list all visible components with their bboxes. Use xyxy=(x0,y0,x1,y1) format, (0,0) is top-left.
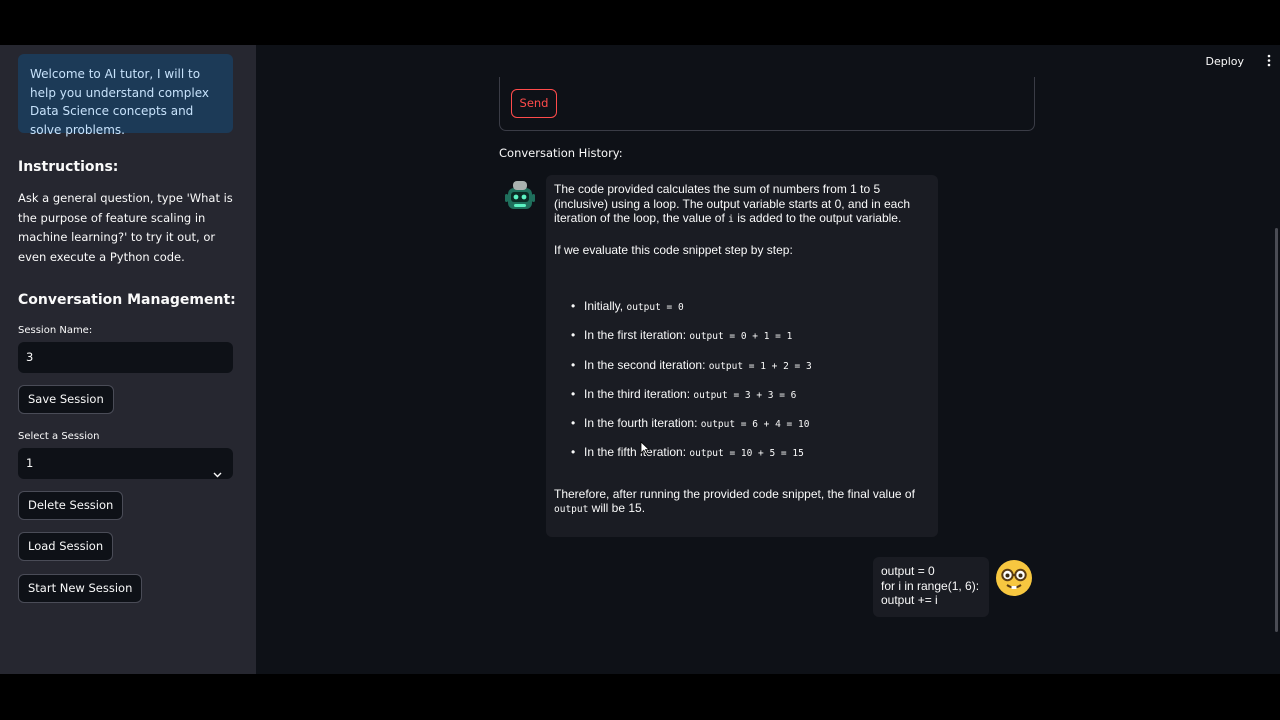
step-code: output = 10 + 5 = 15 xyxy=(689,448,804,460)
step-item: In the first iteration: output = 0 + 1 =… xyxy=(554,328,930,357)
step-item: In the third iteration: output = 3 + 3 =… xyxy=(554,387,930,416)
session-select[interactable]: 1 xyxy=(18,448,233,479)
step-text: Initially, xyxy=(584,299,627,313)
welcome-info-box: Welcome to AI tutor, I will to help you … xyxy=(18,54,233,137)
save-session-button[interactable]: Save Session xyxy=(18,385,114,414)
deploy-button[interactable]: Deploy xyxy=(1205,55,1244,68)
chat-input-form: Send xyxy=(499,77,1035,131)
assistant-message: The code provided calculates the sum of … xyxy=(546,175,938,537)
step-code: output = 0 + 1 = 1 xyxy=(689,331,793,343)
instructions-heading: Instructions: xyxy=(18,159,119,175)
assistant-evaluate-text: If we evaluate this code snippet step by… xyxy=(554,242,793,257)
step-code: output = 6 + 4 = 10 xyxy=(700,419,810,431)
robot-icon xyxy=(504,179,536,218)
step-code: output = 3 + 3 = 6 xyxy=(693,389,797,401)
user-message-line: output += i xyxy=(881,593,938,607)
assistant-conclusion: Therefore, after running the provided co… xyxy=(554,487,930,518)
inline-code: output xyxy=(554,504,589,516)
nerd-face-icon xyxy=(995,559,1033,602)
load-session-button[interactable]: Load Session xyxy=(18,532,114,561)
user-message: output = 0 for i in range(1, 6): output … xyxy=(873,557,989,617)
step-item: Initially, output = 0 xyxy=(554,299,930,328)
conversation-management-heading: Conversation Management: xyxy=(18,292,236,308)
app-root: Welcome to AI tutor, I will to help you … xyxy=(0,45,1280,674)
delete-session-button[interactable]: Delete Session xyxy=(18,491,124,520)
user-message-line: for i in range(1, 6): xyxy=(881,578,980,593)
instructions-text: Ask a general question, type 'What is th… xyxy=(18,191,233,264)
step-list: Initially, output = 0 In the first itera… xyxy=(554,299,930,475)
assistant-intro: The code provided calculates the sum of … xyxy=(554,182,930,228)
conclusion-text-end: will be 15. xyxy=(588,501,646,516)
main-scrollbar[interactable] xyxy=(1275,228,1278,632)
step-text: In the third iteration: xyxy=(584,386,694,401)
assistant-intro-text-end: is added to the output variable. xyxy=(733,211,902,225)
step-text: In the fifth iteration: xyxy=(584,445,690,460)
chevron-down-icon xyxy=(213,459,222,490)
step-code: output = 0 xyxy=(626,302,684,313)
select-session-label: Select a Session xyxy=(18,431,100,442)
step-text: In the first iteration: xyxy=(584,328,690,343)
session-name-input[interactable]: 3 xyxy=(18,342,233,373)
step-item: In the fourth iteration: output = 6 + 4 … xyxy=(554,416,930,445)
session-select-value: 1 xyxy=(26,456,34,470)
user-message-line: output = 0 xyxy=(881,564,935,578)
step-item: In the fifth iteration: output = 10 + 5 … xyxy=(554,445,930,474)
step-text: In the second iteration: xyxy=(584,357,709,372)
step-text: In the fourth iteration: xyxy=(584,416,701,431)
step-code: output = 1 + 2 = 3 xyxy=(708,360,812,372)
top-header: Deploy xyxy=(256,45,1280,77)
send-button[interactable]: Send xyxy=(511,89,557,118)
sidebar: Welcome to AI tutor, I will to help you … xyxy=(0,45,256,674)
conversation-history-label: Conversation History: xyxy=(499,146,623,160)
conclusion-text: Therefore, after running the provided co… xyxy=(554,486,915,501)
session-name-label: Session Name: xyxy=(18,325,93,336)
step-item: In the second iteration: output = 1 + 2 … xyxy=(554,358,930,387)
kebab-menu-icon[interactable] xyxy=(1267,54,1271,72)
start-new-session-button[interactable]: Start New Session xyxy=(18,574,143,603)
mouse-cursor-icon xyxy=(640,441,651,460)
